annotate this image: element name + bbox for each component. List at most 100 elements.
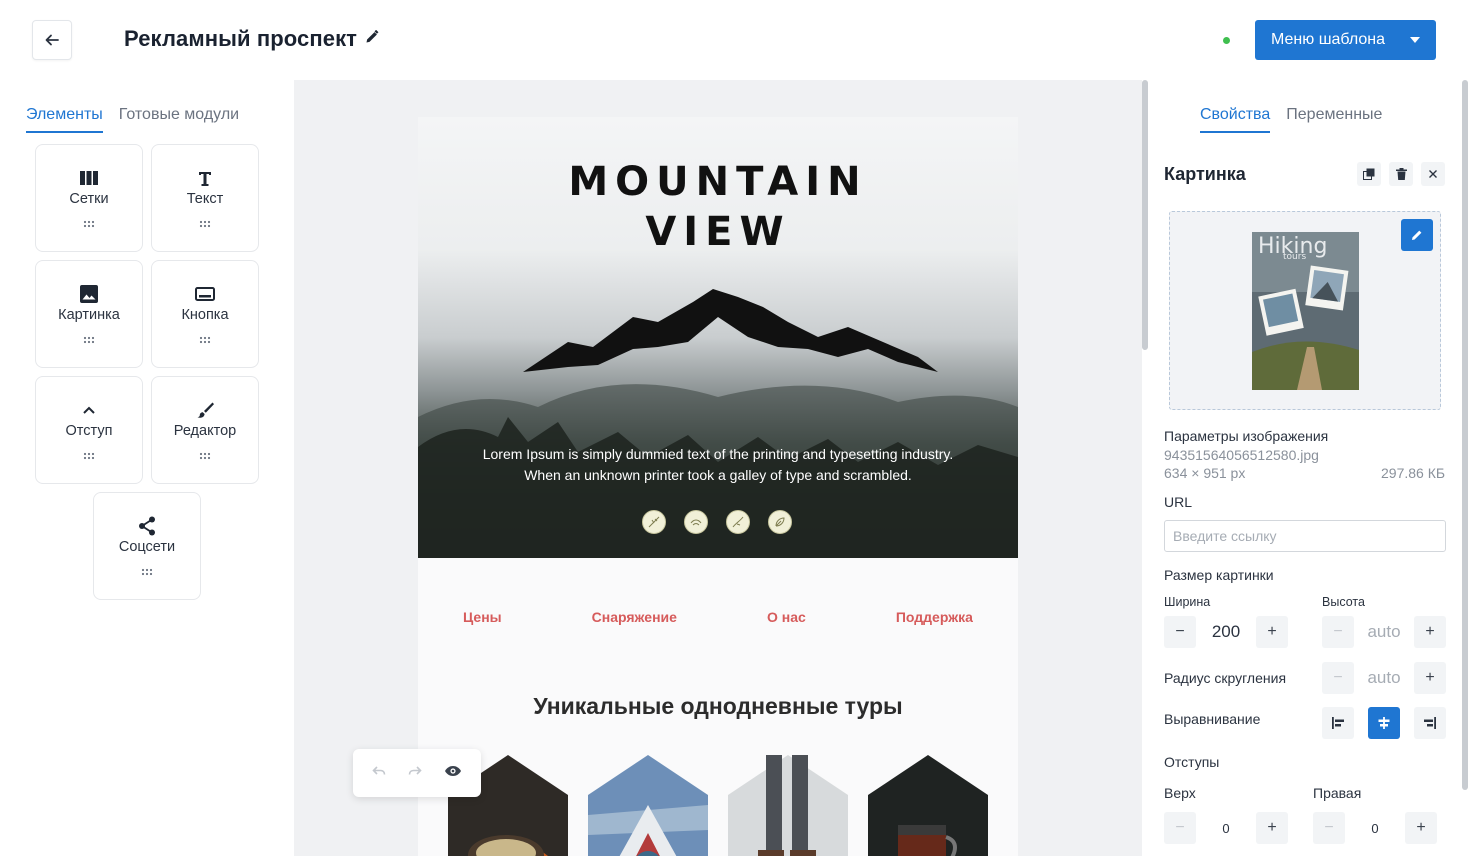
tab-properties[interactable]: Свойства bbox=[1200, 106, 1271, 133]
padding-top-decrement-button[interactable]: − bbox=[1164, 812, 1196, 844]
preview-eye-icon[interactable] bbox=[444, 764, 462, 782]
padding-right-decrement-button[interactable]: − bbox=[1313, 812, 1345, 844]
element-text[interactable]: Текст bbox=[151, 144, 259, 252]
image-dimensions: 634 × 951 px bbox=[1164, 465, 1246, 481]
element-label: Картинка bbox=[58, 307, 120, 323]
padding-top-stepper: − 0 + bbox=[1164, 812, 1288, 844]
element-label: Текст bbox=[186, 191, 224, 207]
padding-right-increment-button[interactable]: + bbox=[1405, 812, 1437, 844]
element-editor[interactable]: Редактор bbox=[151, 376, 259, 484]
hero-description-line-1: Lorem Ipsum is simply dummied text of th… bbox=[482, 446, 954, 462]
columns-icon bbox=[80, 167, 98, 189]
hero-image[interactable]: MOUNTAIN VIEW Lorem Ipsum is simply dumm… bbox=[418, 117, 1018, 558]
radius-stepper: − auto + bbox=[1322, 662, 1446, 694]
mountain-logo bbox=[418, 289, 1018, 558]
leaf-badge-icon[interactable] bbox=[726, 510, 750, 534]
radius-increment-button[interactable]: + bbox=[1414, 662, 1446, 694]
element-button[interactable]: Кнопка bbox=[151, 260, 259, 368]
tour-image-tea[interactable] bbox=[868, 755, 988, 856]
leaf-badge-icon[interactable] bbox=[684, 510, 708, 534]
tab-ready-modules[interactable]: Готовые модули bbox=[119, 106, 239, 133]
width-decrement-button[interactable]: − bbox=[1164, 616, 1196, 648]
element-spacer[interactable]: Отступ bbox=[35, 376, 143, 484]
image-params-label: Параметры изображения bbox=[1164, 428, 1329, 444]
close-icon bbox=[1429, 170, 1437, 178]
element-image[interactable]: Картинка bbox=[35, 260, 143, 368]
padding-top-value[interactable]: 0 bbox=[1196, 821, 1256, 836]
nav-link-about[interactable]: О нас bbox=[767, 609, 806, 625]
nav-link-prices[interactable]: Цены bbox=[463, 609, 502, 625]
tab-elements[interactable]: Элементы bbox=[26, 106, 103, 133]
template-menu-button[interactable]: Меню шаблона bbox=[1255, 20, 1436, 60]
status-indicator bbox=[1223, 37, 1230, 44]
element-label: Соцсети bbox=[118, 539, 176, 555]
height-value[interactable]: auto bbox=[1354, 622, 1414, 642]
drag-handle-icon[interactable] bbox=[83, 331, 95, 349]
properties-title: Картинка bbox=[1164, 164, 1246, 184]
right-tabs: Свойства Переменные bbox=[1200, 106, 1382, 133]
canvas-scrollbar[interactable] bbox=[1142, 80, 1148, 350]
badge-row bbox=[642, 510, 792, 534]
align-left-icon bbox=[1332, 717, 1344, 729]
close-button[interactable] bbox=[1421, 162, 1445, 186]
arrow-left-icon bbox=[45, 34, 59, 46]
drag-handle-icon[interactable] bbox=[199, 215, 211, 233]
height-increment-button[interactable]: + bbox=[1414, 616, 1446, 648]
redo-icon[interactable] bbox=[408, 764, 422, 782]
pencil-icon bbox=[1412, 230, 1422, 240]
properties-scrollbar[interactable] bbox=[1462, 80, 1468, 790]
leaf-badge-icon[interactable] bbox=[642, 510, 666, 534]
drag-handle-icon[interactable] bbox=[199, 447, 211, 465]
properties-actions bbox=[1357, 162, 1445, 186]
padding-right-stepper: − 0 + bbox=[1313, 812, 1437, 844]
drag-handle-icon[interactable] bbox=[83, 447, 95, 465]
url-input[interactable] bbox=[1164, 520, 1446, 552]
padding-label: Отступы bbox=[1164, 754, 1220, 770]
delete-button[interactable] bbox=[1389, 162, 1413, 186]
element-label: Отступ bbox=[65, 423, 113, 439]
align-left-button[interactable] bbox=[1322, 707, 1354, 739]
hero-description-line-2: When an unknown printer took a galley of… bbox=[524, 467, 912, 483]
size-label: Размер картинки bbox=[1164, 567, 1274, 583]
email-nav: Цены Снаряжение О нас Поддержка bbox=[418, 609, 1018, 625]
element-grids[interactable]: Сетки bbox=[35, 144, 143, 252]
padding-right-label: Правая bbox=[1313, 785, 1362, 801]
width-label: Ширина bbox=[1164, 595, 1211, 609]
drag-handle-icon[interactable] bbox=[199, 331, 211, 349]
align-right-button[interactable] bbox=[1414, 707, 1446, 739]
email-template[interactable]: MOUNTAIN VIEW Lorem Ipsum is simply dumm… bbox=[418, 117, 1018, 856]
padding-right-value[interactable]: 0 bbox=[1345, 821, 1405, 836]
file-name: 94351564056512580.jpg bbox=[1164, 447, 1319, 463]
undo-icon[interactable] bbox=[372, 764, 386, 782]
tab-variables[interactable]: Переменные bbox=[1286, 106, 1382, 133]
element-label: Редактор bbox=[173, 423, 237, 439]
drag-handle-icon[interactable] bbox=[83, 215, 95, 233]
height-decrement-button[interactable]: − bbox=[1322, 616, 1354, 648]
align-label: Выравнивание bbox=[1164, 711, 1261, 727]
tour-image-hiker[interactable] bbox=[728, 755, 848, 856]
width-increment-button[interactable]: + bbox=[1256, 616, 1288, 648]
editor-canvas[interactable]: MOUNTAIN VIEW Lorem Ipsum is simply dumm… bbox=[294, 80, 1142, 856]
hero-description: Lorem Ipsum is simply dummied text of th… bbox=[458, 444, 978, 486]
padding-top-increment-button[interactable]: + bbox=[1256, 812, 1288, 844]
element-social[interactable]: Соцсети bbox=[93, 492, 201, 600]
edit-image-button[interactable] bbox=[1401, 219, 1433, 251]
nav-link-gear[interactable]: Снаряжение bbox=[592, 609, 677, 625]
height-label: Высота bbox=[1322, 595, 1365, 609]
nav-link-support[interactable]: Поддержка bbox=[896, 609, 973, 625]
radius-decrement-button[interactable]: − bbox=[1322, 662, 1354, 694]
file-size: 297.86 КБ bbox=[1381, 465, 1446, 481]
thumbnail-subcaption: tours bbox=[1283, 252, 1307, 262]
pencil-icon[interactable] bbox=[365, 29, 379, 49]
align-center-button[interactable] bbox=[1368, 707, 1400, 739]
drag-handle-icon[interactable] bbox=[141, 563, 153, 581]
radius-value[interactable]: auto bbox=[1354, 668, 1414, 688]
leaf-badge-icon[interactable] bbox=[768, 510, 792, 534]
tour-image-tent[interactable] bbox=[588, 755, 708, 856]
document-title-group: Рекламный проспект bbox=[124, 26, 379, 52]
image-preview-box[interactable]: Hiking tours bbox=[1169, 211, 1441, 410]
width-value[interactable]: 200 bbox=[1196, 622, 1256, 642]
back-button[interactable] bbox=[32, 20, 72, 60]
duplicate-button[interactable] bbox=[1357, 162, 1381, 186]
caret-down-icon bbox=[1410, 37, 1420, 43]
